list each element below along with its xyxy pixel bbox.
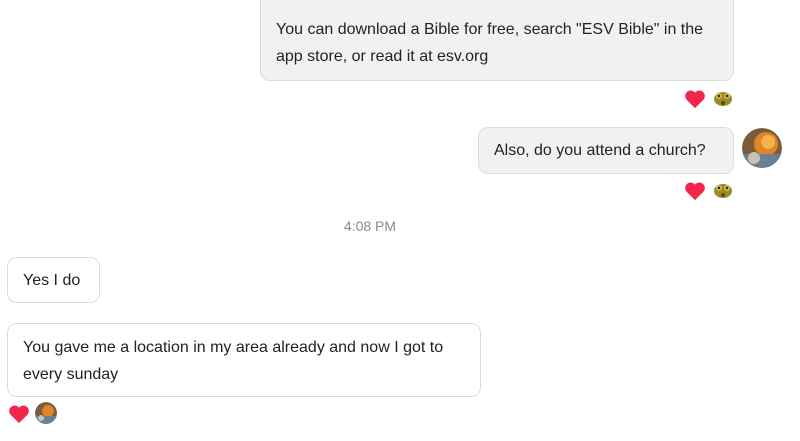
message-bubble-outgoing[interactable]: You can download a Bible for free, searc… (260, 0, 734, 81)
heart-icon[interactable] (684, 89, 706, 109)
heart-icon[interactable] (8, 404, 30, 424)
sender-avatar[interactable] (742, 128, 782, 168)
message-timestamp: 4:08 PM (343, 218, 397, 234)
message-bubble-incoming[interactable]: Yes I do (7, 257, 100, 303)
message-text: You can download a Bible for free, searc… (276, 21, 704, 65)
reactor-avatar[interactable] (712, 87, 734, 109)
message-bubble-incoming[interactable]: You gave me a location in my area alread… (7, 323, 481, 397)
heart-icon[interactable] (684, 181, 706, 201)
message-bubble-outgoing[interactable]: Also, do you attend a church? (478, 127, 734, 174)
message-text: You gave me a location in my area alread… (23, 339, 444, 383)
message-text: Also, do you attend a church? (494, 142, 706, 159)
reactor-avatar[interactable] (35, 402, 57, 424)
message-text: Yes I do (23, 272, 81, 289)
chat-thread: You can download a Bible for free, searc… (0, 0, 800, 441)
reactor-avatar[interactable] (712, 179, 734, 201)
